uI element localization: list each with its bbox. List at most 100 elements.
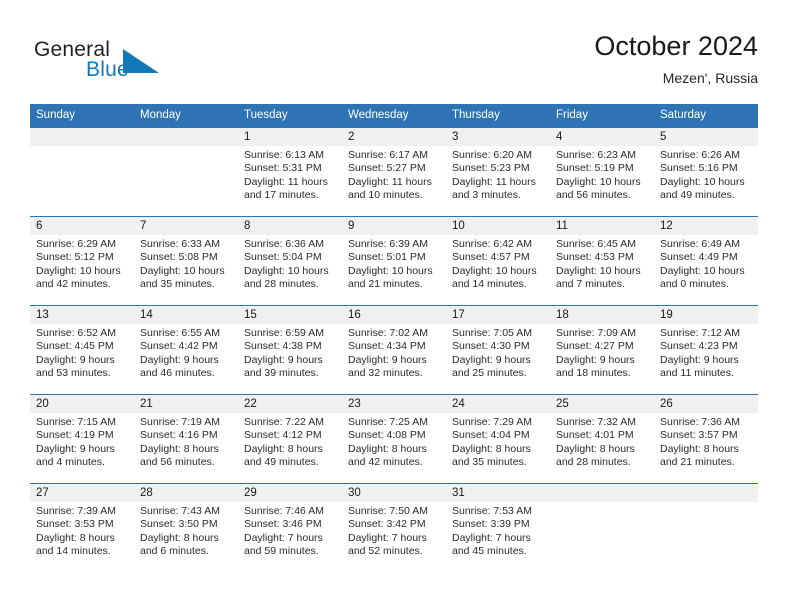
location-subtitle: Mezen', Russia — [662, 70, 758, 86]
calendar-day-cell[interactable]: 14 Sunrise: 6:55 AM Sunset: 4:42 PM Dayligh… — [134, 305, 238, 395]
daylight-duration-line1: Daylight: 9 hours — [244, 353, 323, 366]
sunset-time: Sunset: 5:12 PM — [36, 251, 114, 264]
calendar-day-cell[interactable]: 18 Sunrise: 7:09 AM Sunset: 4:27 PM Dayligh… — [550, 305, 654, 395]
calendar-week-row: 13 Sunrise: 6:52 AM Sunset: 4:45 PM Dayligh… — [30, 305, 758, 395]
day-details: Sunrise: 6:13 AM Sunset: 5:31 PM Daylight:… — [238, 146, 342, 203]
sunrise-time: Sunrise: 6:59 AM — [244, 327, 324, 339]
daylight-duration-line1: Daylight: 10 hours — [556, 175, 641, 188]
calendar-day-cell[interactable]: 20 Sunrise: 7:15 AM Sunset: 4:19 PM Dayligh… — [30, 394, 134, 484]
day-number: 30 — [342, 484, 446, 502]
daylight-duration-line1: Daylight: 8 hours — [140, 442, 219, 455]
calendar-day-cell[interactable]: 30 Sunrise: 7:50 AM Sunset: 3:42 PM Dayligh… — [342, 483, 446, 572]
day-number: 10 — [446, 217, 550, 235]
sunset-time: Sunset: 5:31 PM — [244, 162, 322, 175]
calendar-day-cell[interactable]: 15 Sunrise: 6:59 AM Sunset: 4:38 PM Dayligh… — [238, 305, 342, 395]
day-number: 20 — [30, 395, 134, 413]
calendar-day-cell[interactable]: 4 Sunrise: 6:23 AM Sunset: 5:19 PM Daylight… — [550, 127, 654, 217]
calendar-day-cell[interactable]: 16 Sunrise: 7:02 AM Sunset: 4:34 PM Dayligh… — [342, 305, 446, 395]
brand-logo[interactable]: General Blue — [34, 38, 274, 88]
calendar-day-cell[interactable]: 3 Sunrise: 6:20 AM Sunset: 5:23 PM Daylight… — [446, 127, 550, 217]
calendar-day-cell[interactable]: 8 Sunrise: 6:36 AM Sunset: 5:04 PM Daylight… — [238, 216, 342, 306]
day-details: Sunrise: 7:50 AM Sunset: 3:42 PM Daylight:… — [342, 502, 446, 559]
calendar-day-cell[interactable]: 17 Sunrise: 7:05 AM Sunset: 4:30 PM Dayligh… — [446, 305, 550, 395]
daylight-duration-line1: Daylight: 10 hours — [660, 264, 745, 277]
calendar-day-cell[interactable]: 10 Sunrise: 6:42 AM Sunset: 4:57 PM Dayligh… — [446, 216, 550, 306]
sunset-time: Sunset: 4:53 PM — [556, 251, 634, 264]
day-number: 31 — [446, 484, 550, 502]
sunset-time: Sunset: 4:12 PM — [244, 429, 322, 442]
calendar-day-cell[interactable]: 22 Sunrise: 7:22 AM Sunset: 4:12 PM Dayligh… — [238, 394, 342, 484]
calendar-day-cell[interactable]: 26 Sunrise: 7:36 AM Sunset: 3:57 PM Dayligh… — [654, 394, 758, 484]
day-details: Sunrise: 6:36 AM Sunset: 5:04 PM Daylight:… — [238, 235, 342, 292]
daylight-duration-line1: Daylight: 10 hours — [452, 264, 537, 277]
daylight-duration-line1: Daylight: 9 hours — [660, 353, 739, 366]
calendar-day-cell[interactable]: 25 Sunrise: 7:32 AM Sunset: 4:01 PM Dayligh… — [550, 394, 654, 484]
day-number: 29 — [238, 484, 342, 502]
calendar-day-cell[interactable]: 2 Sunrise: 6:17 AM Sunset: 5:27 PM Daylight… — [342, 127, 446, 217]
calendar-body: 1 Sunrise: 6:13 AM Sunset: 5:31 PM Daylight… — [30, 127, 758, 572]
sunrise-time: Sunrise: 6:49 AM — [660, 238, 740, 250]
day-number: 21 — [134, 395, 238, 413]
day-details: Sunrise: 6:42 AM Sunset: 4:57 PM Daylight:… — [446, 235, 550, 292]
calendar-day-cell[interactable]: 23 Sunrise: 7:25 AM Sunset: 4:08 PM Dayligh… — [342, 394, 446, 484]
day-number — [550, 484, 654, 502]
calendar-day-cell[interactable]: 12 Sunrise: 6:49 AM Sunset: 4:49 PM Dayligh… — [654, 216, 758, 306]
daylight-duration-line1: Daylight: 10 hours — [556, 264, 641, 277]
sunset-time: Sunset: 4:27 PM — [556, 340, 634, 353]
sunrise-time: Sunrise: 7:09 AM — [556, 327, 636, 339]
calendar-day-cell[interactable]: 11 Sunrise: 6:45 AM Sunset: 4:53 PM Dayligh… — [550, 216, 654, 306]
calendar-day-cell[interactable]: 5 Sunrise: 6:26 AM Sunset: 5:16 PM Daylight… — [654, 127, 758, 217]
day-details: Sunrise: 7:25 AM Sunset: 4:08 PM Daylight:… — [342, 413, 446, 470]
calendar-day-cell[interactable]: 13 Sunrise: 6:52 AM Sunset: 4:45 PM Dayligh… — [30, 305, 134, 395]
daylight-duration-line2: and 25 minutes. — [452, 367, 527, 380]
calendar-week-row: 20 Sunrise: 7:15 AM Sunset: 4:19 PM Dayligh… — [30, 394, 758, 484]
daylight-duration-line2: and 49 minutes. — [244, 456, 319, 469]
daylight-duration-line2: and 42 minutes. — [36, 278, 111, 291]
calendar-empty-cell — [654, 483, 758, 572]
sunset-time: Sunset: 4:08 PM — [348, 429, 426, 442]
daylight-duration-line2: and 52 minutes. — [348, 545, 423, 558]
sunset-time: Sunset: 4:19 PM — [36, 429, 114, 442]
calendar-day-cell[interactable]: 7 Sunrise: 6:33 AM Sunset: 5:08 PM Daylight… — [134, 216, 238, 306]
daylight-duration-line1: Daylight: 11 hours — [244, 175, 328, 188]
day-number: 15 — [238, 306, 342, 324]
calendar-day-cell[interactable]: 21 Sunrise: 7:19 AM Sunset: 4:16 PM Dayligh… — [134, 394, 238, 484]
calendar-empty-cell — [550, 483, 654, 572]
sunrise-time: Sunrise: 7:50 AM — [348, 505, 428, 517]
calendar-day-cell[interactable]: 29 Sunrise: 7:46 AM Sunset: 3:46 PM Dayligh… — [238, 483, 342, 572]
sunrise-time: Sunrise: 7:15 AM — [36, 416, 116, 428]
daylight-duration-line1: Daylight: 10 hours — [36, 264, 121, 277]
day-details: Sunrise: 6:17 AM Sunset: 5:27 PM Daylight:… — [342, 146, 446, 203]
day-number: 3 — [446, 128, 550, 146]
sunset-time: Sunset: 3:39 PM — [452, 518, 530, 531]
calendar-day-cell[interactable]: 31 Sunrise: 7:53 AM Sunset: 3:39 PM Dayligh… — [446, 483, 550, 572]
calendar-day-cell[interactable]: 1 Sunrise: 6:13 AM Sunset: 5:31 PM Daylight… — [238, 127, 342, 217]
daylight-duration-line2: and 45 minutes. — [452, 545, 527, 558]
calendar-day-cell[interactable]: 9 Sunrise: 6:39 AM Sunset: 5:01 PM Daylight… — [342, 216, 446, 306]
calendar-day-cell[interactable]: 27 Sunrise: 7:39 AM Sunset: 3:53 PM Dayligh… — [30, 483, 134, 572]
sunrise-time: Sunrise: 6:23 AM — [556, 149, 636, 161]
day-number: 14 — [134, 306, 238, 324]
calendar-empty-cell — [134, 127, 238, 217]
weekday-header-wednesday: Wednesday — [342, 104, 446, 128]
day-number: 2 — [342, 128, 446, 146]
day-cell-content: 7 Sunrise: 6:33 AM Sunset: 5:08 PM Daylight… — [134, 217, 238, 305]
sunrise-time: Sunrise: 6:39 AM — [348, 238, 428, 250]
daylight-duration-line2: and 28 minutes. — [556, 456, 631, 469]
daylight-duration-line1: Daylight: 7 hours — [244, 531, 323, 544]
sunset-time: Sunset: 5:01 PM — [348, 251, 426, 264]
calendar-day-cell[interactable]: 19 Sunrise: 7:12 AM Sunset: 4:23 PM Dayligh… — [654, 305, 758, 395]
day-cell-content — [30, 128, 134, 216]
daylight-duration-line2: and 0 minutes. — [660, 278, 729, 291]
calendar-day-cell[interactable]: 24 Sunrise: 7:29 AM Sunset: 4:04 PM Dayligh… — [446, 394, 550, 484]
daylight-duration-line2: and 7 minutes. — [556, 278, 625, 291]
calendar-day-cell[interactable]: 6 Sunrise: 6:29 AM Sunset: 5:12 PM Daylight… — [30, 216, 134, 306]
day-cell-content: 8 Sunrise: 6:36 AM Sunset: 5:04 PM Daylight… — [238, 217, 342, 305]
day-number: 1 — [238, 128, 342, 146]
calendar-day-cell[interactable]: 28 Sunrise: 7:43 AM Sunset: 3:50 PM Dayligh… — [134, 483, 238, 572]
sunset-time: Sunset: 4:45 PM — [36, 340, 114, 353]
day-cell-content: 17 Sunrise: 7:05 AM Sunset: 4:30 PM Dayligh… — [446, 306, 550, 394]
day-details: Sunrise: 6:20 AM Sunset: 5:23 PM Daylight:… — [446, 146, 550, 203]
sunset-time: Sunset: 4:04 PM — [452, 429, 530, 442]
daylight-duration-line2: and 53 minutes. — [36, 367, 111, 380]
